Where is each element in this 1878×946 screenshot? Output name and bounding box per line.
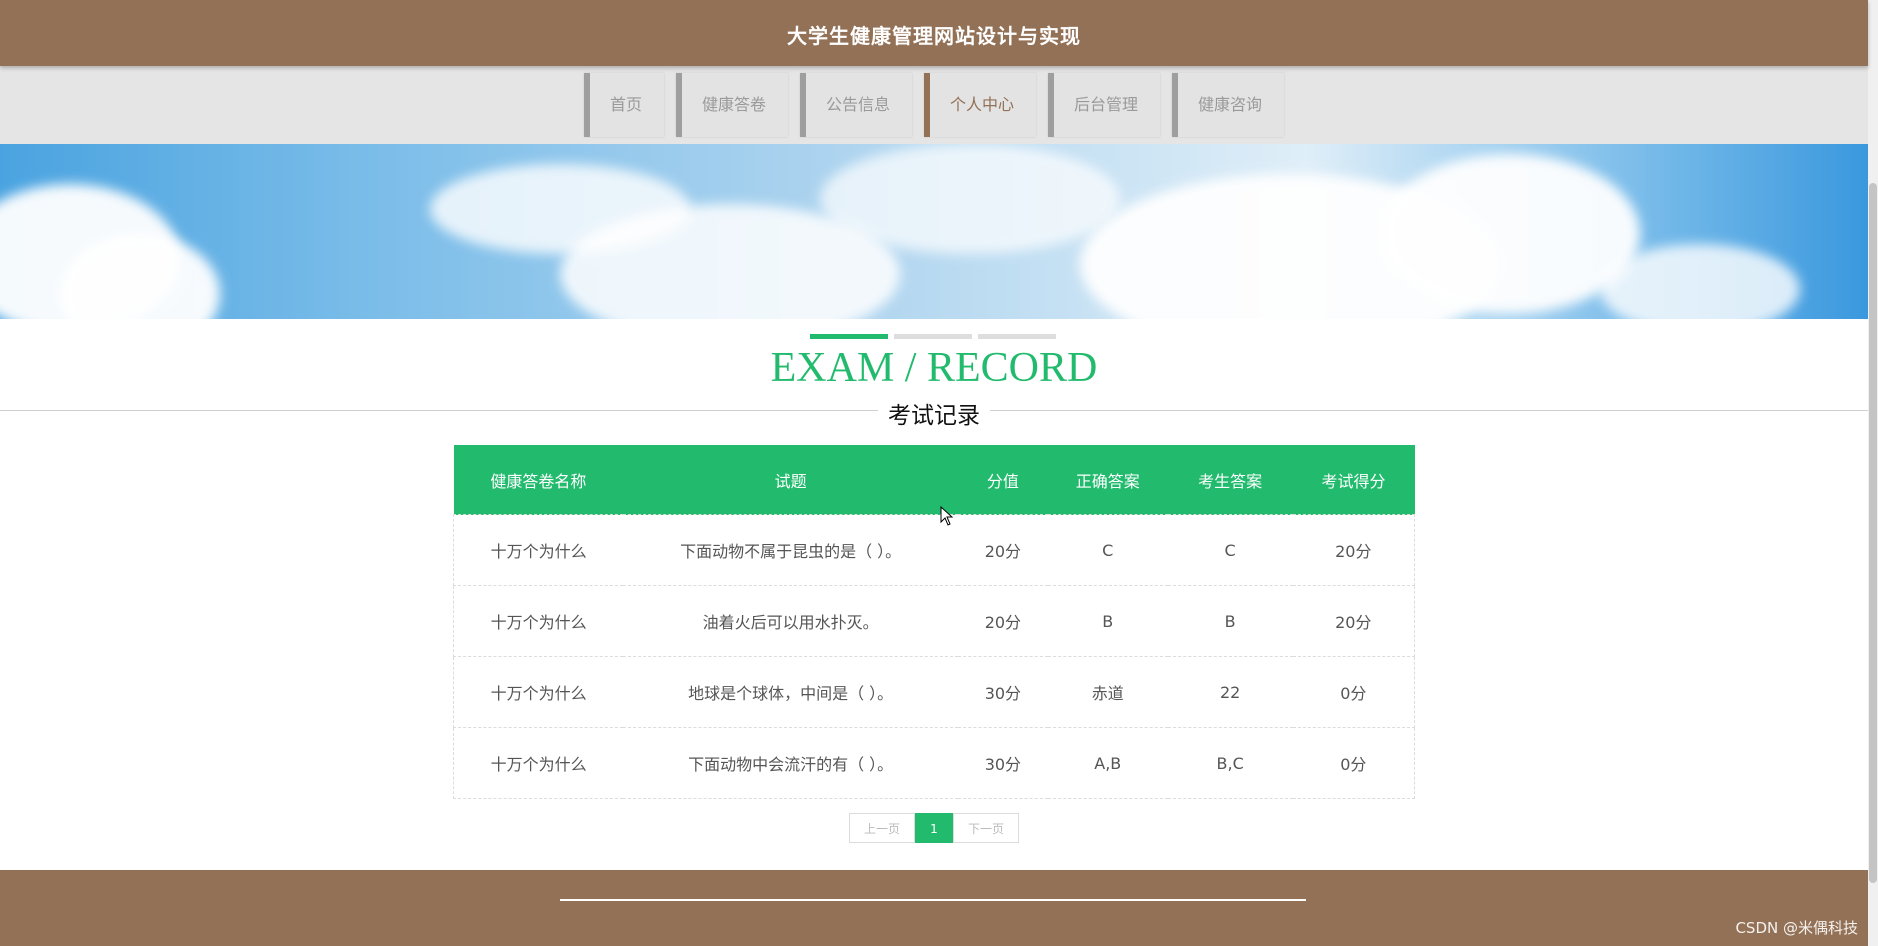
exam-record-table: 健康答卷名称 试题 分值 正确答案 考生答案 考试得分 十万个为什么 下面动物不… (453, 445, 1415, 799)
cell-student-answer: 22 (1167, 656, 1293, 728)
table-row[interactable]: 十万个为什么 下面动物中会流汗的有（ ）。 30分 A,B B,C 0分 (453, 727, 1415, 799)
cell-question: 下面动物中会流汗的有（ ）。 (623, 727, 958, 799)
cell-score: 20分 (1292, 514, 1415, 586)
cell-correct-answer: B (1047, 585, 1168, 657)
col-header-questionnaire: 健康答卷名称 (453, 445, 624, 515)
cell-score: 0分 (1292, 727, 1415, 799)
cell-points: 30分 (957, 656, 1048, 728)
prev-page-button[interactable]: 上一页 (849, 813, 915, 843)
cell-correct-answer: A,B (1047, 727, 1168, 799)
cell-correct-answer: 赤道 (1047, 656, 1168, 728)
pagination: 上一页 1 下一页 (849, 813, 1019, 843)
section-title-en: EXAM / RECORD (770, 345, 1098, 391)
mouse-cursor-icon (940, 506, 954, 526)
cell-question: 地球是个球体，中间是（ ）。 (623, 656, 958, 728)
col-header-student-answer: 考生答案 (1167, 445, 1293, 515)
site-title: 大学生健康管理网站设计与实现 (787, 24, 1081, 48)
table-header-row: 健康答卷名称 试题 分值 正确答案 考生答案 考试得分 (453, 445, 1415, 515)
cell-question: 下面动物不属于昆虫的是（ ）。 (623, 514, 958, 586)
cell-student-answer: B (1167, 585, 1293, 657)
page-1-button[interactable]: 1 (915, 813, 953, 843)
col-header-question: 试题 (623, 445, 958, 515)
next-page-button[interactable]: 下一页 (953, 813, 1019, 843)
section-title-cn: 考试记录 (878, 403, 990, 429)
nav-item-admin[interactable]: 后台管理 (1048, 73, 1161, 137)
cell-correct-answer: C (1047, 514, 1168, 586)
cell-questionnaire: 十万个为什么 (453, 514, 624, 586)
cell-question: 油着火后可以用水扑灭。 (623, 585, 958, 657)
csdn-watermark: CSDN @米偶科技 (1735, 919, 1858, 937)
sky-banner-image (0, 144, 1868, 319)
table-row[interactable]: 十万个为什么 下面动物不属于昆虫的是（ ）。 20分 C C 20分 (453, 514, 1415, 586)
indicator-bar (894, 334, 972, 339)
cell-questionnaire: 十万个为什么 (453, 656, 624, 728)
site-footer (0, 870, 1868, 946)
nav-item-home[interactable]: 首页 (583, 73, 664, 137)
nav-item-health-consult[interactable]: 健康咨询 (1172, 73, 1285, 137)
cell-student-answer: B,C (1167, 727, 1293, 799)
table-row[interactable]: 十万个为什么 地球是个球体，中间是（ ）。 30分 赤道 22 0分 (453, 656, 1415, 728)
table-row[interactable]: 十万个为什么 油着火后可以用水扑灭。 20分 B B 20分 (453, 585, 1415, 657)
scrollbar-thumb[interactable] (1869, 183, 1877, 883)
col-header-points: 分值 (957, 445, 1048, 515)
col-header-correct-answer: 正确答案 (1047, 445, 1168, 515)
nav-item-announcements[interactable]: 公告信息 (799, 73, 912, 137)
cell-questionnaire: 十万个为什么 (453, 727, 624, 799)
main-nav: 首页 健康答卷 公告信息 个人中心 后台管理 健康咨询 (0, 66, 1868, 144)
page-scrollbar[interactable] (1868, 0, 1878, 946)
cell-points: 20分 (957, 514, 1048, 586)
footer-divider (560, 899, 1306, 901)
section-indicator (810, 334, 1056, 339)
col-header-score: 考试得分 (1292, 445, 1415, 515)
cell-score: 20分 (1292, 585, 1415, 657)
indicator-bar-active (810, 334, 888, 339)
nav-item-personal-center[interactable]: 个人中心 (924, 73, 1037, 137)
section-subtitle: 考试记录 (0, 396, 1868, 430)
cell-questionnaire: 十万个为什么 (453, 585, 624, 657)
cell-score: 0分 (1292, 656, 1415, 728)
cell-points: 30分 (957, 727, 1048, 799)
indicator-bar (978, 334, 1056, 339)
nav-item-health-questionnaire[interactable]: 健康答卷 (675, 73, 788, 137)
cell-points: 20分 (957, 585, 1048, 657)
cell-student-answer: C (1167, 514, 1293, 586)
site-header: 大学生健康管理网站设计与实现 (0, 0, 1868, 66)
